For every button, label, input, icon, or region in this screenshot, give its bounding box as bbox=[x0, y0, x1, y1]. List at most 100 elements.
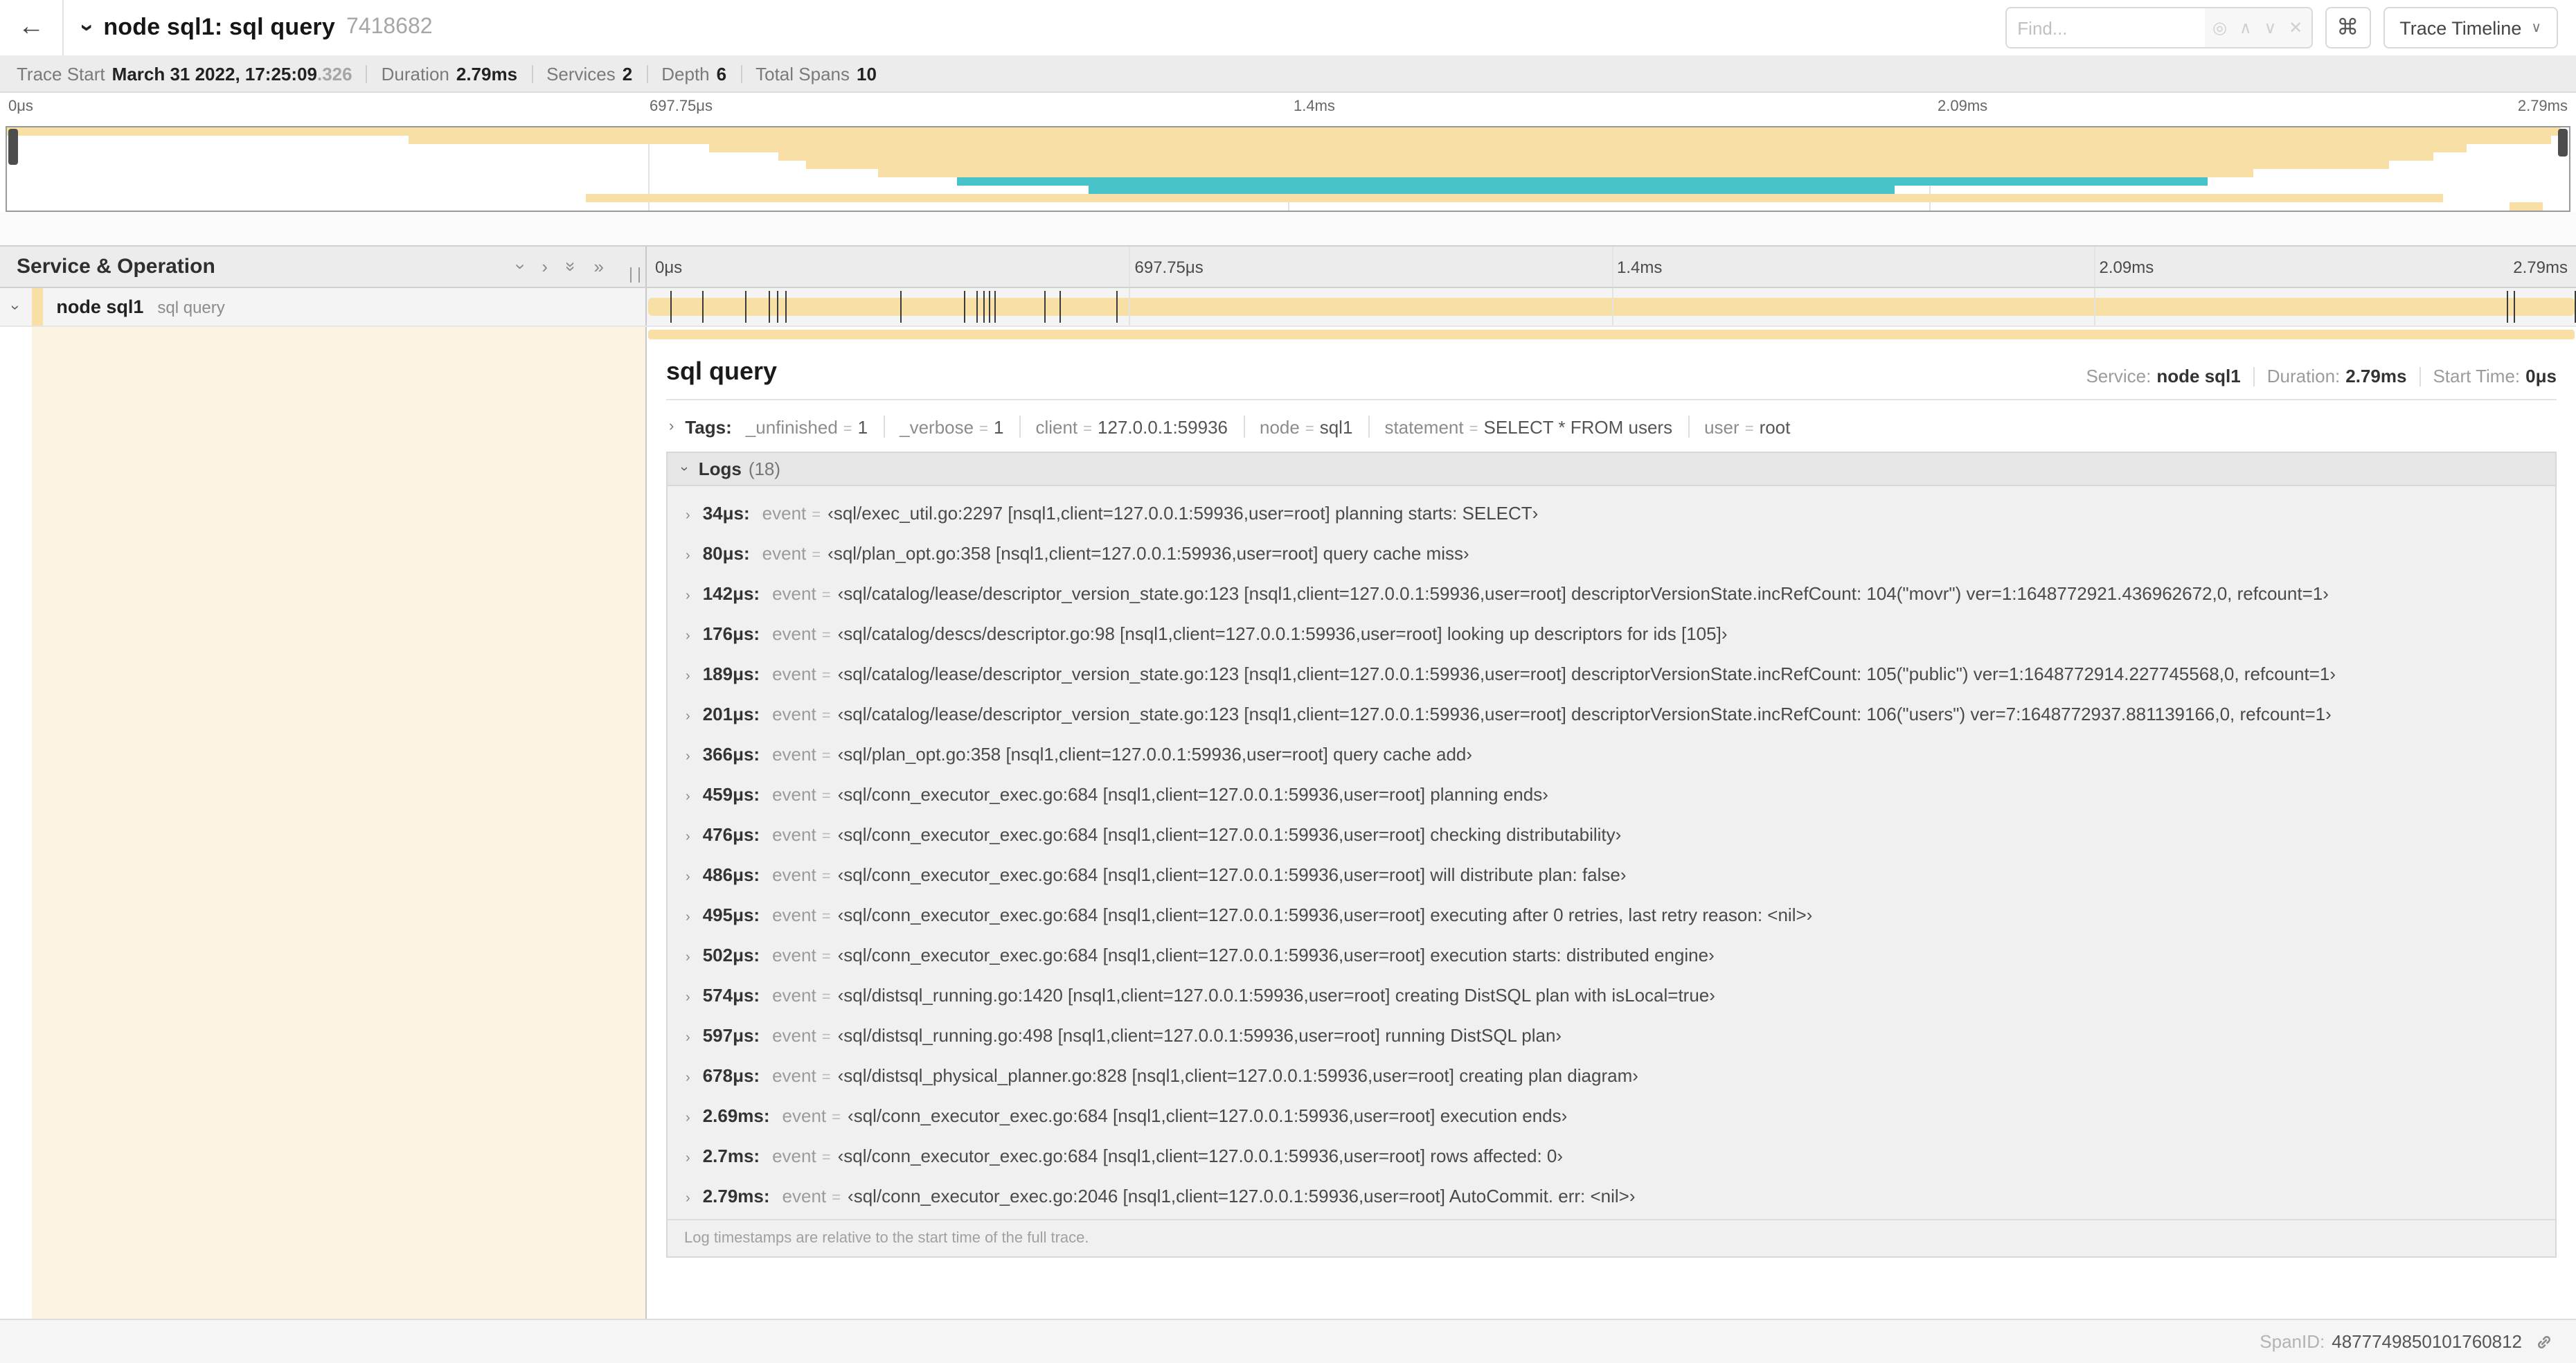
tag-item: client = 127.0.0.1:59936 bbox=[1035, 416, 1228, 437]
equals-sign: = bbox=[821, 828, 831, 845]
logs-header[interactable]: › Logs (18) bbox=[668, 453, 2555, 486]
log-row[interactable]: › 502μs: event = ‹sql/conn_executor_exec.go:… bbox=[668, 935, 2555, 975]
log-row[interactable]: › 678μs: event = ‹sql/distsql_physical_plann… bbox=[668, 1055, 2555, 1096]
minimap-left-scrubber[interactable] bbox=[8, 129, 18, 165]
tag-key: _verbose bbox=[900, 416, 974, 437]
log-row[interactable]: › 597μs: event = ‹sql/distsql_running.go:498… bbox=[668, 1015, 2555, 1055]
timeline-header: Service & Operation › › » » 0μs 697.75μs 1… bbox=[0, 245, 2576, 288]
log-field-key: event bbox=[762, 543, 807, 564]
keyboard-shortcuts-button[interactable]: ⌘ bbox=[2325, 7, 2371, 48]
span-detail-panel: sql query Service: node sql1 Duration: 2.79… bbox=[647, 327, 2576, 1319]
log-tick-marker bbox=[777, 291, 779, 323]
column-resizer-handle[interactable] bbox=[630, 267, 640, 283]
logs-accordion: › Logs (18) › 34μs: event = ‹sql/exec_util.g… bbox=[666, 452, 2557, 1258]
minimap-gap bbox=[0, 212, 2576, 245]
prev-match-icon[interactable]: ∧ bbox=[2239, 18, 2252, 37]
ruler-tick-label: 0μs bbox=[8, 98, 33, 115]
log-row[interactable]: › 459μs: event = ‹sql/conn_executor_exec.go:… bbox=[668, 774, 2555, 814]
collapse-trace-chevron-icon[interactable]: › bbox=[75, 14, 101, 42]
view-selector-button[interactable]: Trace Timeline ∨ bbox=[2383, 7, 2558, 48]
expand-all-icon[interactable]: » bbox=[594, 258, 604, 276]
log-row[interactable]: › 189μs: event = ‹sql/catalog/lease/descript… bbox=[668, 654, 2555, 694]
chevron-right-icon: › bbox=[686, 1151, 690, 1166]
tag-item: node = sql1 bbox=[1260, 416, 1352, 437]
log-row[interactable]: › 142μs: event = ‹sql/catalog/lease/descript… bbox=[668, 573, 2555, 614]
equals-sign: = bbox=[821, 788, 831, 805]
timeline-minimap[interactable] bbox=[6, 126, 2570, 212]
link-icon[interactable] bbox=[2534, 1332, 2554, 1351]
span-row-name-cell[interactable]: › node sql1 sql query bbox=[0, 288, 647, 326]
span-bar-canvas[interactable] bbox=[647, 288, 2576, 326]
minimap-ruler: 0μs 697.75μs 1.4ms 2.09ms 2.79ms bbox=[0, 93, 2576, 126]
trace-stat: Total Spans 10 bbox=[755, 63, 877, 84]
chevron-down-icon[interactable]: › bbox=[7, 299, 24, 315]
tag-divider bbox=[1368, 416, 1370, 438]
ruler-tick-label: 2.79ms bbox=[2517, 98, 2568, 115]
search-input[interactable] bbox=[2006, 8, 2204, 47]
log-row[interactable]: › 486μs: event = ‹sql/conn_executor_exec.go:… bbox=[668, 855, 2555, 895]
locate-icon[interactable]: ◎ bbox=[2212, 18, 2227, 37]
minimap-right-scrubber[interactable] bbox=[2558, 129, 2568, 157]
detail-name-column bbox=[32, 327, 647, 1319]
log-field-key: event bbox=[772, 1025, 816, 1046]
log-field-value: ‹sql/plan_opt.go:358 [nsql1,client=127.0… bbox=[828, 543, 1469, 564]
log-row[interactable]: › 201μs: event = ‹sql/catalog/lease/descript… bbox=[668, 694, 2555, 734]
span-color-strip bbox=[31, 288, 43, 326]
gridline bbox=[2093, 288, 2095, 326]
equals-sign: = bbox=[821, 868, 831, 885]
trace-stats-bar: Trace Start March 31 2022, 17:25:09.326 Du… bbox=[0, 55, 2576, 93]
ruler-tick-label: 2.79ms bbox=[2513, 258, 2568, 277]
service-name: node sql1 bbox=[56, 296, 144, 317]
tag-value: root bbox=[1759, 416, 1791, 437]
log-field-value: ‹sql/conn_executor_exec.go:684 [nsql1,cl… bbox=[837, 905, 1813, 925]
gridline bbox=[1611, 288, 1613, 326]
equals-sign: = bbox=[812, 507, 821, 524]
log-field-key: event bbox=[772, 744, 816, 765]
equals-sign: = bbox=[821, 909, 831, 925]
log-row[interactable]: › 80μs: event = ‹sql/plan_opt.go:358 [nsql1,… bbox=[668, 533, 2555, 573]
chevron-down-icon: ∨ bbox=[2531, 20, 2541, 35]
equals-sign: = bbox=[821, 1150, 831, 1166]
minimap-span-bar bbox=[409, 136, 2552, 144]
log-field-value: ‹sql/catalog/descs/descriptor.go:98 [nsq… bbox=[837, 623, 1728, 644]
clear-search-icon[interactable]: ✕ bbox=[2289, 18, 2302, 37]
log-timestamp: 201μs: bbox=[702, 704, 760, 724]
log-row[interactable]: › 2.69ms: event = ‹sql/conn_executor_exec.go… bbox=[668, 1096, 2555, 1136]
log-timestamp: 459μs: bbox=[702, 784, 760, 805]
log-row[interactable]: › 366μs: event = ‹sql/plan_opt.go:358 [nsql1… bbox=[668, 734, 2555, 774]
tags-label: Tags: bbox=[685, 416, 732, 437]
find-box: ◎ ∧ ∨ ✕ bbox=[2005, 7, 2313, 48]
collapse-all-icon[interactable]: » bbox=[560, 258, 581, 276]
back-button[interactable]: ← bbox=[0, 0, 64, 55]
log-timestamp: 486μs: bbox=[702, 864, 760, 885]
trace-stat: Trace Start March 31 2022, 17:25:09.326 bbox=[17, 63, 352, 84]
log-row[interactable]: › 574μs: event = ‹sql/distsql_running.go:142… bbox=[668, 975, 2555, 1015]
log-row[interactable]: › 176μs: event = ‹sql/catalog/descs/descript… bbox=[668, 614, 2555, 654]
stat-divider bbox=[366, 64, 368, 82]
log-tick-marker bbox=[983, 291, 985, 323]
stat-divider bbox=[531, 64, 533, 82]
ruler-tick-label: 1.4ms bbox=[1617, 258, 1663, 277]
stat-divider bbox=[740, 64, 742, 82]
log-row[interactable]: › 2.7ms: event = ‹sql/conn_executor_exec.go:… bbox=[668, 1136, 2555, 1176]
log-field-key: event bbox=[772, 1146, 816, 1166]
log-row[interactable]: › 2.79ms: event = ‹sql/conn_executor_exec.go… bbox=[668, 1176, 2555, 1216]
log-row[interactable]: › 34μs: event = ‹sql/exec_util.go:2297 [nsql… bbox=[668, 493, 2555, 533]
log-field-value: ‹sql/conn_executor_exec.go:684 [nsql1,cl… bbox=[837, 864, 1627, 885]
chevron-right-icon: › bbox=[686, 1111, 690, 1126]
expand-one-icon[interactable]: › bbox=[542, 258, 548, 276]
tag-divider bbox=[1688, 416, 1690, 438]
logs-count: (18) bbox=[748, 458, 781, 479]
tags-accordion[interactable]: › Tags: _unfinished = 1 _verbose = 1 client = 12… bbox=[666, 400, 2557, 452]
next-match-icon[interactable]: ∨ bbox=[2264, 18, 2277, 37]
log-timestamp: 574μs: bbox=[702, 985, 760, 1006]
span-row: › node sql1 sql query bbox=[0, 288, 2576, 327]
tag-item: _verbose = 1 bbox=[900, 416, 1003, 437]
collapse-one-icon[interactable]: › bbox=[510, 258, 531, 276]
log-row[interactable]: › 495μs: event = ‹sql/conn_executor_exec.go:… bbox=[668, 895, 2555, 935]
log-row[interactable]: › 476μs: event = ‹sql/conn_executor_exec.go:… bbox=[668, 814, 2555, 855]
equals-sign: = bbox=[821, 989, 831, 1006]
log-timestamp: 142μs: bbox=[702, 583, 760, 604]
chevron-right-icon: › bbox=[686, 1031, 690, 1046]
log-field-value: ‹sql/conn_executor_exec.go:684 [nsql1,cl… bbox=[837, 824, 1622, 845]
